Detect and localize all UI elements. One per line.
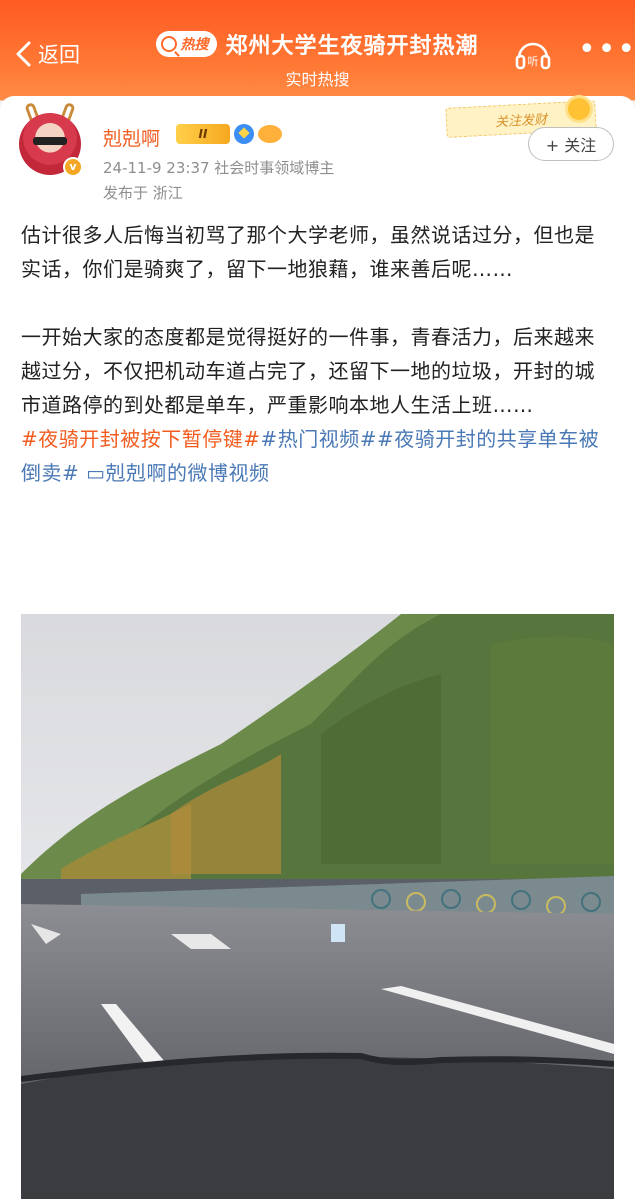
- video-icon: ▭: [86, 461, 106, 485]
- post-card: v 剋剋啊 II 24-11-9 23:37 社会时事领域博主 发布于 浙江 关…: [0, 96, 635, 1199]
- post-content: 估计很多人后悔当初骂了那个大学老师，虽然说话过分，但也是实话，你们是骑爽了，留下…: [21, 218, 615, 490]
- svg-text:听: 听: [528, 55, 539, 68]
- top-bar: 返回 热搜 郑州大学生夜骑开封热潮 实时热搜 听 •••: [0, 0, 635, 100]
- more-dots-icon: •••: [578, 32, 635, 67]
- diamond-badge-icon[interactable]: [234, 124, 254, 144]
- post-location: 发布于 浙江: [103, 184, 183, 202]
- post-tags: #夜骑开封被按下暂停键##热门视频##夜骑开封的共享单车被倒卖# ▭剋剋啊的微博…: [21, 422, 615, 490]
- hot-badge-label: 热搜: [180, 37, 209, 53]
- follow-button[interactable]: + 关注: [528, 127, 614, 161]
- page-title: 郑州大学生夜骑开封热潮: [225, 34, 479, 59]
- post-paragraph: 估计很多人后悔当初骂了那个大学老师，虽然说话过分，但也是实话，你们是骑爽了，留下…: [21, 223, 595, 281]
- hashtag-link[interactable]: #夜骑开封被按下暂停键#: [21, 427, 261, 451]
- video-link-label: 剋剋啊的微博视频: [105, 461, 270, 485]
- post-meta: 24-11-9 23:37 社会时事领域博主: [103, 159, 335, 177]
- road-photo-image: [21, 614, 614, 1199]
- video-link[interactable]: ▭剋剋啊的微博视频: [86, 461, 269, 485]
- hot-search-badge: 热搜: [156, 31, 218, 57]
- hashtag-link[interactable]: #热门视频#: [261, 427, 378, 451]
- listen-button[interactable]: 听: [513, 36, 553, 72]
- more-button[interactable]: •••: [578, 35, 635, 68]
- post-paragraph: 一开始大家的态度都是觉得挺好的一件事，青春活力，后来越来越过分，不仅把机动车道占…: [21, 325, 595, 417]
- user-badges: II: [176, 124, 282, 144]
- fish-badge-icon[interactable]: [258, 125, 282, 143]
- avatar[interactable]: v: [19, 101, 83, 177]
- search-icon: [161, 36, 178, 52]
- sun-icon: [568, 98, 590, 120]
- verified-badge-icon: v: [63, 157, 83, 177]
- username[interactable]: 剋剋啊: [103, 124, 160, 151]
- post-photo[interactable]: [21, 614, 614, 1199]
- headphones-icon: 听: [515, 42, 551, 70]
- level-badge[interactable]: II: [176, 124, 230, 144]
